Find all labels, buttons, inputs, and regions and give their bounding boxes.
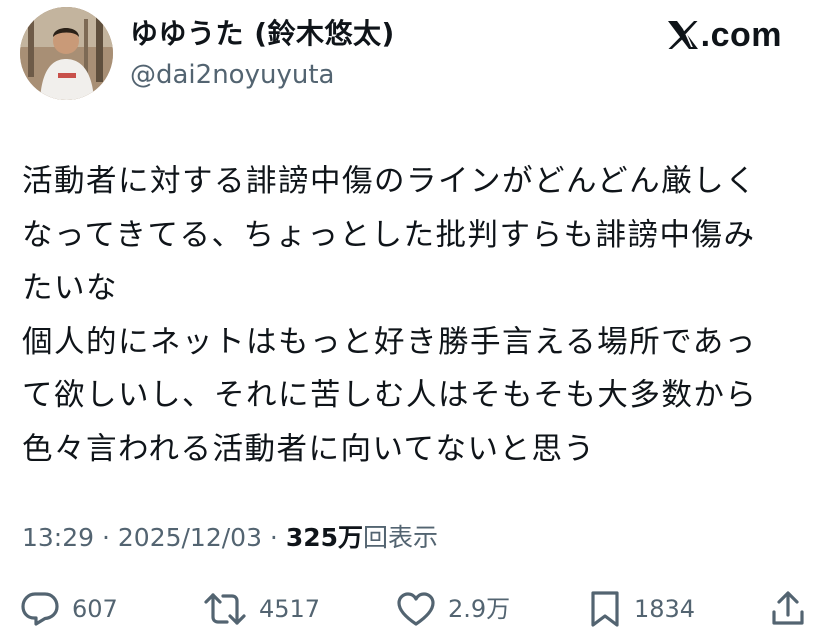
tweet-line: 活動者に対する誹謗中傷のラインがどんどん厳しく [22,164,758,199]
user-handle[interactable]: @dai2noyuyuta [130,57,334,93]
tweet-line: たいな [22,271,118,306]
reply-count: 607 [72,595,118,623]
brand-logo: .com [667,14,782,56]
heart-icon [396,591,436,627]
repost-icon [203,591,247,627]
meta-separator: · [261,523,286,552]
tweet-time[interactable]: 13:29 [22,523,94,552]
bookmark-icon [588,590,622,628]
tweet-line: 色々言われる活動者に向いてないと思う [22,431,596,467]
views-label: 回表示 [363,523,439,552]
repost-count: 4517 [259,595,321,623]
tweet-screenshot: ゆゆうた (鈴木悠太) @dai2noyuyuta .com 活動者に対する誹謗… [0,0,828,640]
reply-button[interactable]: 607 [20,586,118,632]
meta-separator: · [94,523,118,552]
tweet-line: なってきてる、ちょっとした批判すらも誹謗中傷み [22,217,756,253]
share-button[interactable] [770,586,806,632]
repost-button[interactable]: 4517 [203,586,320,632]
avatar[interactable] [20,7,113,100]
x-logo-icon [667,20,701,50]
tweet-line: て欲しいし、それに苦しむ人はそもそも大多数から [22,378,758,413]
like-button[interactable]: 2.9万 [396,586,510,632]
reply-icon [20,591,60,627]
brand-text: .com [700,16,782,54]
tweet-text: 活動者に対する誹謗中傷のラインがどんどん厳しく なってきてる、ちょっとした批判す… [22,155,812,476]
tweet-date[interactable]: 2025/12/03 [118,523,262,552]
display-name[interactable]: ゆゆうた (鈴木悠太) [130,14,395,54]
action-bar: 607 4517 2.9万 1834 [0,586,828,632]
views-count: 325万 [285,523,364,552]
tweet-line: 個人的にネットはもっと好き勝手言える場所であっ [22,324,757,360]
bookmark-button[interactable]: 1834 [588,586,695,632]
bookmark-count: 1834 [634,595,696,623]
tweet-meta: 13:29 · 2025/12/03 · 325万回表示 [22,518,438,558]
like-count: 2.9万 [448,595,511,623]
share-icon [770,590,806,628]
